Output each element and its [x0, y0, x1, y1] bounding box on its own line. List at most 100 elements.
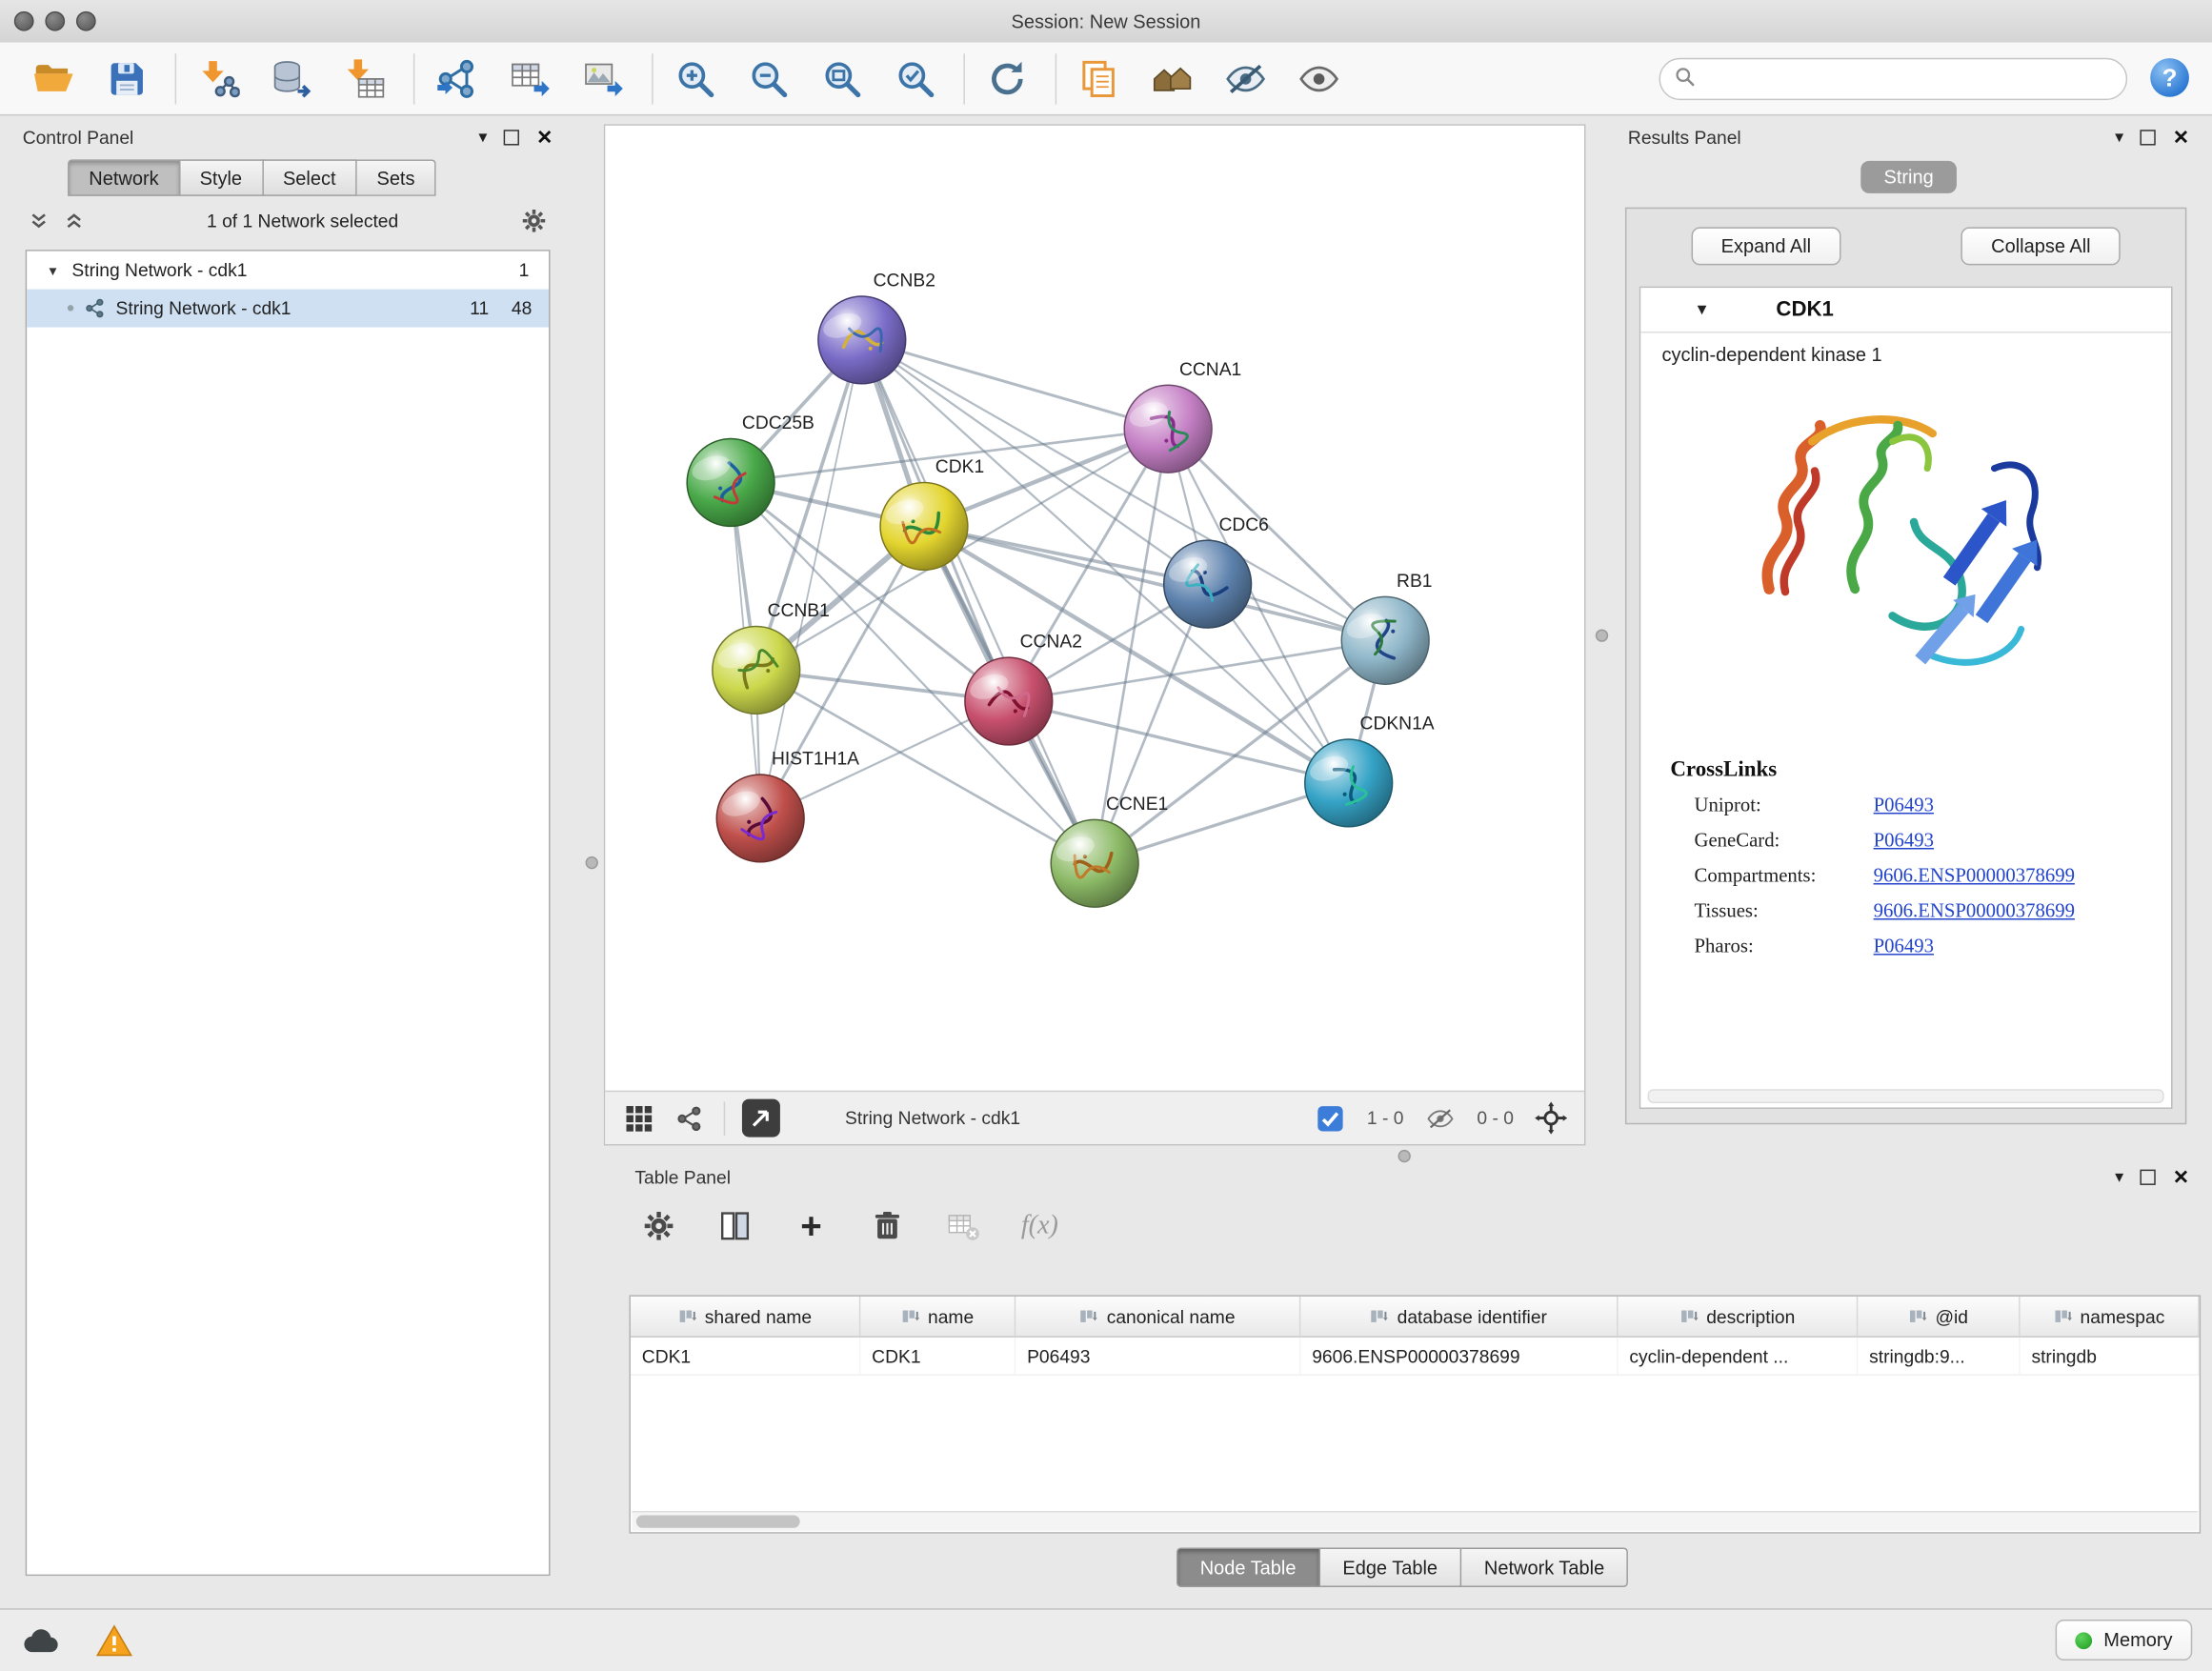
column-header-name[interactable]: name	[860, 1297, 1016, 1336]
hidden-eye-slash-icon[interactable]	[1423, 1101, 1458, 1136]
table-cell[interactable]: stringdb	[2021, 1338, 2200, 1375]
table-cell[interactable]: cyclin-dependent ...	[1619, 1338, 1859, 1375]
collapse-entry-icon[interactable]: ▼	[1695, 301, 1710, 318]
tab-node-table[interactable]: Node Table	[1176, 1548, 1320, 1587]
table-row[interactable]: CDK1 CDK1 P06493 9606.ENSP00000378699 cy…	[631, 1338, 2200, 1376]
memory-button[interactable]: Memory	[2056, 1620, 2192, 1661]
column-header-shared-name[interactable]: shared name	[631, 1297, 860, 1336]
window-minimize-button[interactable]	[45, 11, 65, 31]
right-splitter-handle[interactable]	[1596, 629, 1608, 641]
network-row[interactable]: ● String Network - cdk1 11 48	[27, 290, 549, 328]
search-input[interactable]	[1704, 67, 2112, 91]
collapse-all-icon[interactable]	[29, 210, 50, 231]
network-node-CCNB2[interactable]	[818, 296, 906, 384]
tab-string[interactable]: String	[1861, 160, 1957, 192]
export-view-button[interactable]	[742, 1099, 780, 1137]
panel-float-icon[interactable]	[504, 129, 519, 144]
column-header-description[interactable]: description	[1619, 1297, 1859, 1336]
scrollbar-thumb[interactable]	[636, 1515, 800, 1527]
column-header-namespace[interactable]: namespac	[2021, 1297, 2200, 1336]
copy-document-button[interactable]	[1074, 51, 1124, 105]
import-network-from-database-button[interactable]	[267, 51, 317, 105]
tree-expanded-icon[interactable]: ▼	[47, 263, 59, 277]
delete-table-icon[interactable]	[942, 1205, 984, 1247]
table-cell[interactable]: CDK1	[860, 1338, 1016, 1375]
birdseye-view-icon[interactable]	[622, 1101, 656, 1136]
expand-all-icon[interactable]	[64, 210, 85, 231]
expand-all-button[interactable]: Expand All	[1692, 227, 1841, 265]
network-node-RB1[interactable]	[1341, 596, 1429, 684]
crosslink-link[interactable]: 9606.ENSP00000378699	[1874, 901, 2075, 924]
column-header-id[interactable]: @id	[1858, 1297, 2020, 1336]
window-zoom-button[interactable]	[76, 11, 96, 31]
table-settings-gear-icon[interactable]	[637, 1205, 679, 1247]
home-panels-button[interactable]	[1147, 51, 1197, 105]
crosslink-link[interactable]: 9606.ENSP00000378699	[1874, 866, 2075, 889]
memory-status-dot	[2076, 1632, 2093, 1649]
network-collection-row[interactable]: ▼ String Network - cdk1 1	[27, 252, 549, 290]
show-columns-icon[interactable]	[714, 1205, 755, 1247]
tab-select[interactable]: Select	[263, 159, 357, 196]
export-image-button[interactable]	[578, 51, 629, 105]
panel-menu-icon[interactable]: ▾	[478, 127, 487, 147]
network-node-CDK1[interactable]	[880, 482, 968, 570]
tab-style[interactable]: Style	[180, 159, 263, 196]
panel-float-icon[interactable]	[2141, 1169, 2156, 1184]
crosslink-link[interactable]: P06493	[1874, 795, 1934, 818]
crosslink-link[interactable]: P06493	[1874, 936, 1934, 959]
tab-network-table[interactable]: Network Table	[1461, 1548, 1628, 1587]
save-session-button[interactable]	[102, 51, 152, 105]
export-network-button[interactable]	[432, 51, 482, 105]
network-node-CCNE1[interactable]	[1051, 819, 1138, 907]
table-cell[interactable]: CDK1	[631, 1338, 860, 1375]
add-column-icon[interactable]: +	[790, 1205, 832, 1247]
column-header-canonical-name[interactable]: canonical name	[1016, 1297, 1300, 1336]
panel-close-icon[interactable]: ✕	[2173, 1167, 2189, 1187]
tab-edge-table[interactable]: Edge Table	[1320, 1548, 1462, 1587]
help-button[interactable]: ?	[2147, 55, 2192, 100]
column-header-database-identifier[interactable]: database identifier	[1300, 1297, 1618, 1336]
table-cell[interactable]: stringdb:9...	[1858, 1338, 2020, 1375]
open-session-button[interactable]	[29, 51, 79, 105]
panel-menu-icon[interactable]: ▾	[2115, 127, 2123, 147]
network-node-CDC25B[interactable]	[687, 439, 774, 527]
hide-selected-button[interactable]	[1220, 51, 1271, 105]
import-table-button[interactable]	[340, 51, 391, 105]
network-node-CCNB1[interactable]	[713, 627, 800, 715]
selected-checkbox-icon[interactable]	[1314, 1101, 1348, 1136]
delete-column-trash-icon[interactable]	[866, 1205, 908, 1247]
left-splitter-handle[interactable]	[586, 856, 598, 869]
export-table-button[interactable]	[505, 51, 555, 105]
table-cell[interactable]: P06493	[1016, 1338, 1300, 1375]
zoom-out-button[interactable]	[743, 51, 794, 105]
results-horizontal-scrollbar[interactable]	[1648, 1089, 2164, 1103]
crosslink-link[interactable]: P06493	[1874, 831, 1934, 854]
panel-float-icon[interactable]	[2141, 129, 2156, 144]
panel-menu-icon[interactable]: ▾	[2115, 1167, 2123, 1187]
import-network-button[interactable]	[193, 51, 244, 105]
collapse-all-button[interactable]: Collapse All	[1961, 227, 2121, 265]
tab-network[interactable]: Network	[68, 159, 180, 196]
gear-icon[interactable]	[520, 207, 547, 233]
zoom-fit-button[interactable]	[816, 51, 867, 105]
network-node-CCNA1[interactable]	[1124, 385, 1212, 473]
panel-close-icon[interactable]: ✕	[2173, 127, 2189, 147]
share-network-icon[interactable]	[673, 1101, 707, 1136]
window-close-button[interactable]	[14, 11, 34, 31]
pan-crosshair-icon[interactable]	[1534, 1101, 1568, 1136]
tab-sets[interactable]: Sets	[357, 159, 436, 196]
network-node-CDKN1A[interactable]	[1305, 739, 1393, 827]
network-node-CCNA2[interactable]	[965, 657, 1053, 745]
cloud-icon[interactable]	[20, 1621, 62, 1659]
network-svg[interactable]: CCNB2CCNA1CDC25BCDK1CDC6RB1CCNB1CCNA2CDK…	[605, 126, 1584, 1092]
function-builder-icon[interactable]: f(x)	[1018, 1205, 1060, 1247]
apply-layout-button[interactable]	[982, 51, 1033, 105]
table-cell[interactable]: 9606.ENSP00000378699	[1300, 1338, 1618, 1375]
network-node-CDC6[interactable]	[1164, 540, 1252, 628]
zoom-in-button[interactable]	[670, 51, 720, 105]
panel-close-icon[interactable]: ✕	[536, 127, 553, 147]
warning-icon[interactable]	[93, 1621, 135, 1659]
zoom-selected-button[interactable]	[890, 51, 940, 105]
network-node-HIST1H1A[interactable]	[716, 775, 804, 862]
show-all-button[interactable]	[1294, 51, 1344, 105]
